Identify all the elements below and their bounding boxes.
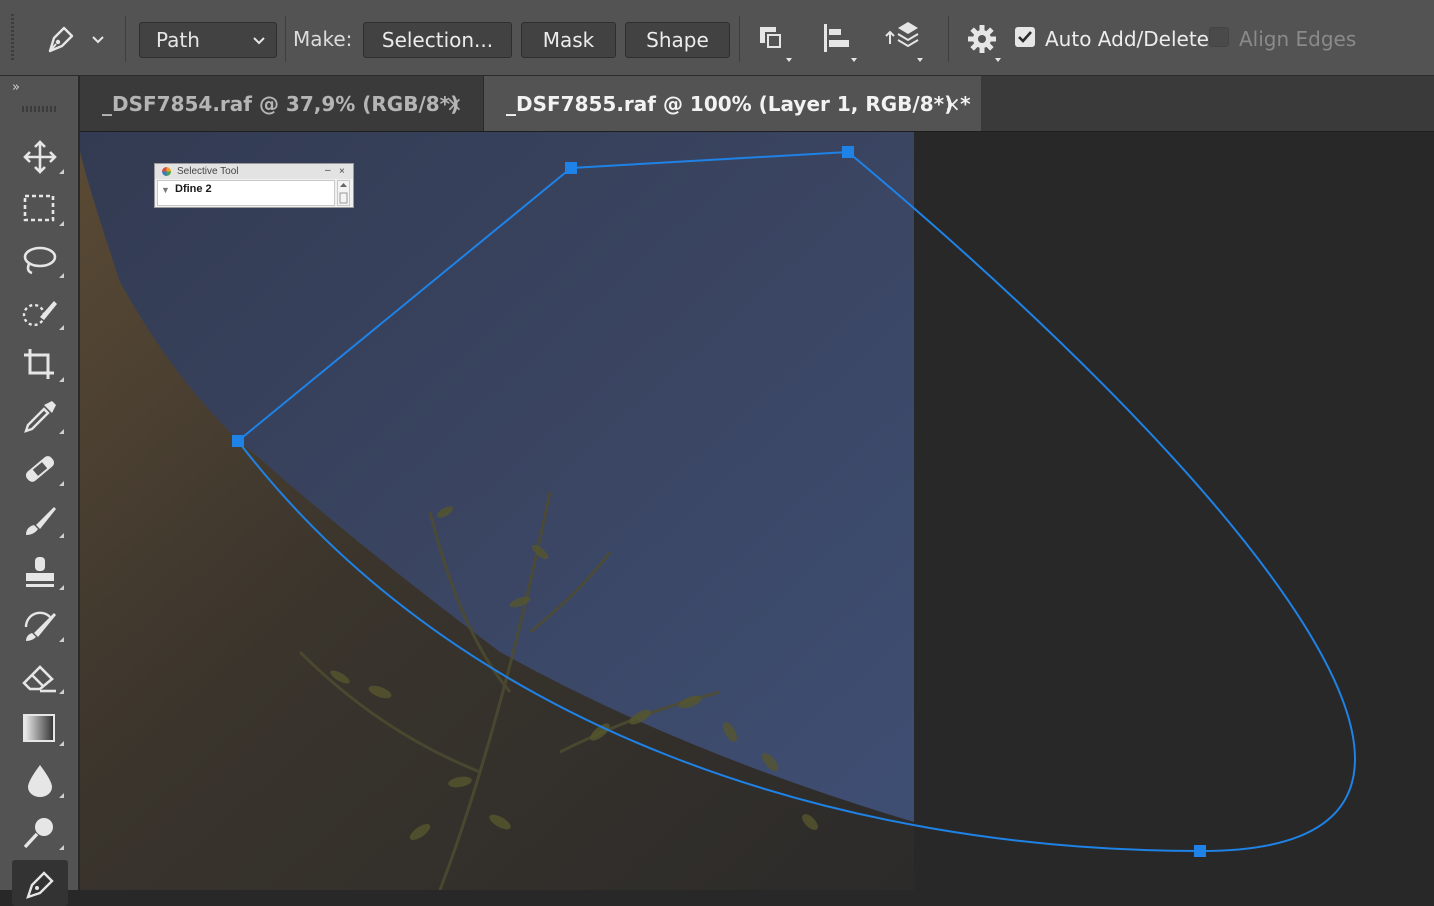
brush-icon bbox=[26, 507, 56, 535]
panel-list: ▼ Dfine 2 bbox=[157, 180, 335, 206]
quick-selection-icon bbox=[22, 301, 57, 327]
path-alignment-button[interactable] bbox=[818, 18, 866, 62]
eraser-icon bbox=[22, 665, 56, 693]
separator bbox=[739, 16, 740, 62]
document-tab-dsf7855[interactable]: _DSF7855.raf @ 100% (Layer 1, RGB/8*) * … bbox=[484, 76, 981, 131]
auto-add-delete-label: Auto Add/Delete bbox=[1045, 27, 1209, 51]
work-path[interactable] bbox=[236, 150, 1356, 853]
quick-selection-tool[interactable] bbox=[12, 290, 68, 336]
document-tabs: _DSF7854.raf @ 37,9% (RGB/8*) × _DSF7855… bbox=[80, 76, 1434, 132]
history-brush-icon bbox=[24, 611, 56, 641]
pen-icon bbox=[26, 871, 54, 899]
tool-preset-picker[interactable] bbox=[40, 20, 110, 60]
tab-title: _DSF7855.raf @ 100% (Layer 1, RGB/8*) * bbox=[506, 92, 971, 116]
marquee-tool[interactable] bbox=[12, 186, 68, 232]
gradient-tool[interactable] bbox=[12, 706, 68, 752]
blur-tool[interactable] bbox=[12, 758, 68, 804]
close-tab-button[interactable]: × bbox=[944, 76, 961, 132]
anchor-point[interactable] bbox=[842, 146, 854, 158]
eraser-tool[interactable] bbox=[12, 654, 68, 700]
close-tab-button[interactable]: × bbox=[446, 76, 463, 132]
selective-tool-panel: Selective Tool – × ▼ Dfine 2 bbox=[154, 163, 354, 208]
path-operations-button[interactable] bbox=[752, 18, 800, 62]
align-left-icon bbox=[824, 24, 857, 62]
path-arrangement-button[interactable] bbox=[884, 18, 932, 62]
document-canvas[interactable] bbox=[80, 132, 1434, 890]
path-mode-select[interactable]: Path bbox=[139, 22, 277, 58]
anchor-point[interactable] bbox=[232, 435, 244, 447]
make-label: Make: bbox=[293, 27, 353, 51]
dodge-icon bbox=[23, 818, 53, 849]
crop-icon bbox=[24, 349, 54, 379]
bandage-icon bbox=[25, 456, 55, 482]
options-bar-grip[interactable] bbox=[11, 14, 14, 62]
align-edges-label: Align Edges bbox=[1239, 27, 1357, 51]
healing-brush-tool[interactable] bbox=[12, 446, 68, 492]
eyedropper-tool[interactable] bbox=[12, 394, 68, 440]
document-tab-dsf7854[interactable]: _DSF7854.raf @ 37,9% (RGB/8*) × bbox=[80, 76, 484, 131]
separator bbox=[948, 16, 949, 62]
settings-button[interactable] bbox=[962, 18, 1010, 62]
chevron-down-icon bbox=[253, 37, 265, 45]
panel-titlebar[interactable]: Selective Tool – × bbox=[155, 164, 353, 179]
path-arrange-icon bbox=[885, 22, 923, 62]
minimize-button[interactable]: – bbox=[325, 163, 331, 178]
make-mask-button[interactable]: Mask bbox=[521, 22, 616, 58]
path-mode-value: Path bbox=[156, 28, 200, 52]
lasso-icon bbox=[23, 246, 57, 275]
pen-tool-icon bbox=[48, 26, 104, 53]
lasso-tool[interactable] bbox=[12, 238, 68, 284]
pen-tool[interactable] bbox=[12, 860, 68, 906]
tab-title: _DSF7854.raf @ 37,9% (RGB/8*) bbox=[102, 92, 460, 116]
panel-scrollbar[interactable] bbox=[337, 180, 350, 206]
dodge-tool[interactable] bbox=[12, 810, 68, 856]
clone-stamp-tool[interactable] bbox=[12, 550, 68, 596]
move-tool[interactable] bbox=[12, 134, 68, 180]
history-brush-tool[interactable] bbox=[12, 602, 68, 648]
brush-tool[interactable] bbox=[12, 498, 68, 544]
checkmark-icon bbox=[1018, 31, 1032, 43]
options-bar: Path Make: Selection... Mask Shape Auto … bbox=[0, 0, 1434, 76]
make-selection-button[interactable]: Selection... bbox=[363, 22, 512, 58]
drop-icon bbox=[28, 765, 52, 797]
eyedropper-icon bbox=[24, 401, 56, 433]
panel-title: Selective Tool bbox=[177, 166, 239, 177]
scroll-arrows-icon bbox=[339, 183, 348, 204]
align-edges-checkbox[interactable] bbox=[1209, 27, 1229, 47]
stamp-icon bbox=[26, 557, 54, 587]
crop-tool[interactable] bbox=[12, 342, 68, 388]
gear-icon bbox=[968, 25, 1001, 62]
anchor-point[interactable] bbox=[1194, 845, 1206, 857]
rectangular-marquee-icon bbox=[23, 194, 55, 222]
separator bbox=[125, 16, 126, 62]
nik-logo-icon bbox=[162, 167, 171, 176]
anchor-point[interactable] bbox=[565, 162, 577, 174]
dfine-2-item[interactable]: Dfine 2 bbox=[175, 183, 212, 195]
move-icon bbox=[23, 140, 57, 174]
tools-panel: » bbox=[0, 76, 79, 906]
collapse-toolbar-button[interactable]: » bbox=[12, 80, 20, 95]
close-button[interactable]: × bbox=[339, 164, 345, 179]
expand-triangle-icon[interactable]: ▼ bbox=[161, 185, 170, 195]
gradient-icon bbox=[23, 714, 55, 742]
pen-path-overlay bbox=[232, 146, 1356, 857]
toolbar-grip[interactable] bbox=[22, 106, 58, 112]
make-shape-button[interactable]: Shape bbox=[625, 22, 730, 58]
path-operations-icon bbox=[760, 27, 792, 62]
separator bbox=[285, 16, 286, 62]
auto-add-delete-checkbox[interactable] bbox=[1015, 27, 1035, 47]
